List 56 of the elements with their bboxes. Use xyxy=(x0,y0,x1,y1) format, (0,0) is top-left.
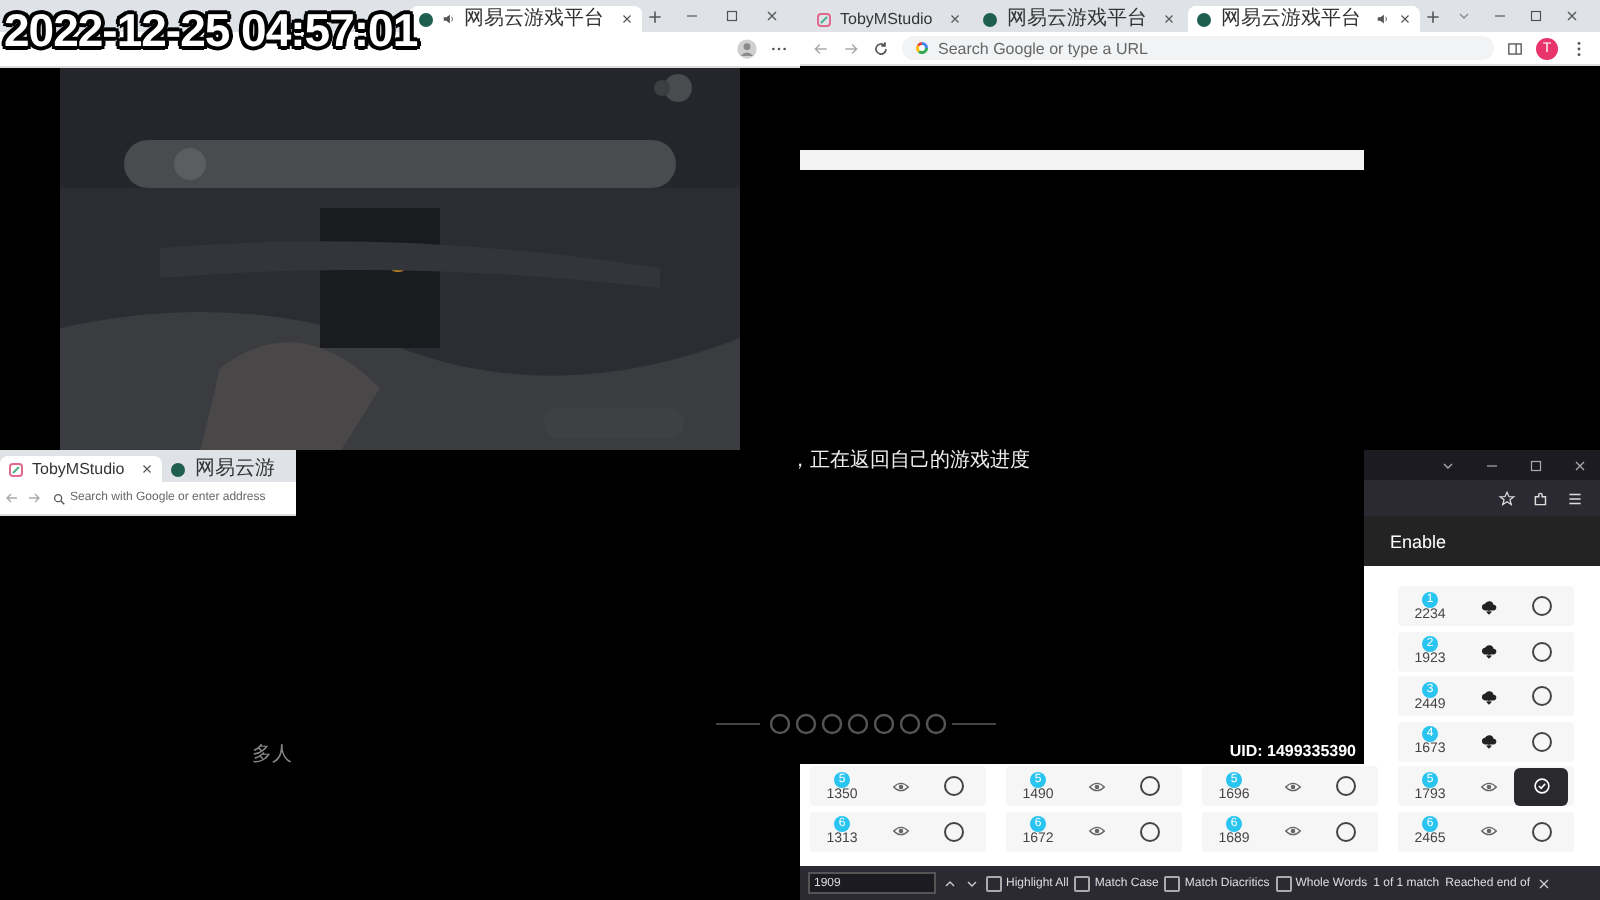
close-find-button[interactable] xyxy=(1536,875,1553,891)
subtitle-text: 多人 xyxy=(252,742,292,768)
eye-icon xyxy=(891,777,909,795)
side-panel-button[interactable] xyxy=(1506,39,1524,57)
close-icon xyxy=(140,462,155,476)
browser-tab[interactable]: 网易云游戏平台 xyxy=(1188,6,1421,32)
enable-tab[interactable]: Enable xyxy=(1390,531,1447,551)
browser-tab[interactable]: TobyMStudio xyxy=(0,456,163,482)
cloud-icon xyxy=(1479,687,1497,705)
game-site-icon xyxy=(170,461,187,477)
menu-button[interactable] xyxy=(1566,489,1584,507)
close-icon xyxy=(1398,12,1413,26)
reload-button[interactable] xyxy=(872,39,890,57)
close-button[interactable] xyxy=(764,8,780,24)
studio-logo-icon xyxy=(8,461,24,477)
eye-icon xyxy=(1479,777,1497,795)
cloud-icon xyxy=(1479,597,1497,615)
eye-icon xyxy=(1479,822,1497,840)
checkbox[interactable] xyxy=(1275,875,1292,891)
eye-icon xyxy=(1283,822,1301,840)
bookmark-button[interactable] xyxy=(1498,489,1516,507)
search-icon xyxy=(52,491,66,505)
new-tab-button[interactable] xyxy=(646,7,664,25)
uid-label: UID: 1499335390 xyxy=(1229,742,1356,760)
browser-tab[interactable]: 网易云游 xyxy=(162,456,291,482)
tab-search-button[interactable] xyxy=(1456,8,1472,24)
close-icon xyxy=(948,12,963,26)
close-icon xyxy=(1162,12,1177,26)
close-button[interactable] xyxy=(1564,8,1580,24)
browser-tab[interactable]: TobyMStudio xyxy=(808,6,971,32)
game-site-icon xyxy=(982,11,999,27)
maximize-button[interactable] xyxy=(724,8,740,24)
close-icon xyxy=(620,12,634,26)
extensions-button[interactable] xyxy=(1532,489,1550,507)
close-button[interactable] xyxy=(1572,457,1588,473)
eye-icon xyxy=(1087,822,1105,840)
studio-logo-icon xyxy=(816,11,832,27)
address-bar[interactable]: Search Google or type a URL xyxy=(902,36,1494,60)
eye-icon xyxy=(891,822,909,840)
game-site-icon xyxy=(1196,11,1213,27)
status-message: ，正在返回自己的游戏进度 xyxy=(790,447,1030,474)
select-radio[interactable] xyxy=(1514,767,1568,805)
checkbox[interactable] xyxy=(986,875,1002,891)
cloud-icon xyxy=(1479,732,1497,750)
eye-icon xyxy=(1087,777,1105,795)
checkbox[interactable] xyxy=(1164,875,1181,891)
browser-tab[interactable]: 网易云游戏平台 xyxy=(974,6,1185,32)
maximize-button[interactable] xyxy=(1528,8,1544,24)
profile-button[interactable] xyxy=(736,38,758,60)
eye-icon xyxy=(1283,777,1301,795)
checkbox[interactable] xyxy=(1074,875,1091,891)
check-icon xyxy=(1531,776,1551,796)
game-site-icon xyxy=(418,11,434,27)
maximize-button[interactable] xyxy=(1528,457,1544,473)
cloud-icon xyxy=(1479,642,1497,660)
new-tab-button[interactable] xyxy=(1424,7,1443,25)
